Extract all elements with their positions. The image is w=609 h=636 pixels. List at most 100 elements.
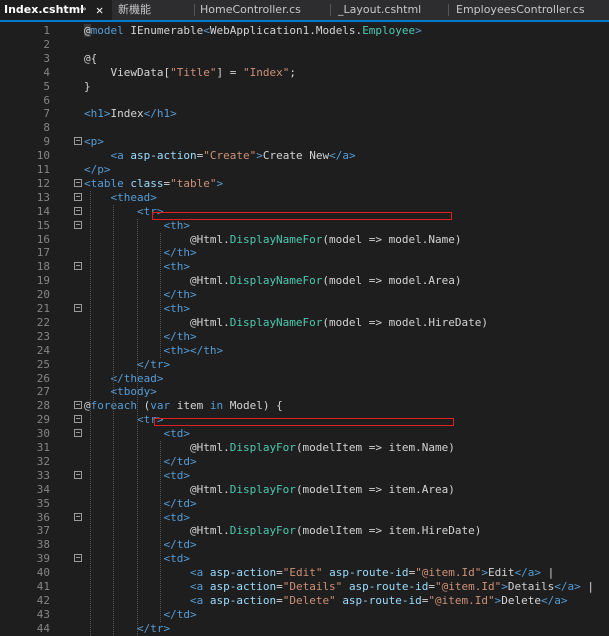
code-line[interactable]: 34 @Html.DisplayFor(modelItem => item.Ar… — [0, 483, 609, 497]
code-line[interactable]: 24 <th></th> — [0, 344, 609, 358]
code-line[interactable]: 40 <a asp-action="Edit" asp-route-id="@i… — [0, 566, 609, 580]
close-icon[interactable]: ✕ — [96, 0, 103, 20]
code-token: <a — [110, 149, 131, 163]
tab-separator — [330, 4, 331, 16]
code-line[interactable]: 1 @model IEnumerable<WebApplication1.Mode… — [0, 24, 609, 38]
code-line[interactable]: 2 — [0, 38, 609, 52]
fold-toggle-icon[interactable]: − — [74, 415, 82, 424]
code-line[interactable]: 7 <h1>Index</h1> — [0, 107, 609, 121]
fold-toggle-icon[interactable]: − — [74, 192, 82, 201]
code-line[interactable]: 15 − <th> — [0, 219, 609, 233]
code-line[interactable]: 5} — [0, 80, 609, 94]
code-line[interactable]: 22 @Html.DisplayNameFor(model => model.H… — [0, 316, 609, 330]
code-line[interactable]: 12 − <table class="table"> — [0, 177, 609, 191]
code-line[interactable]: 26 </thead> — [0, 372, 609, 386]
code-line[interactable]: 31 @Html.DisplayFor(modelItem => item.Na… — [0, 441, 609, 455]
line-number: 18 — [36, 260, 50, 274]
fold-toggle-icon[interactable]: − — [74, 304, 82, 312]
code-line[interactable]: 28− @foreach (var item in Model) { — [0, 399, 609, 413]
fold-toggle-icon[interactable]: − — [74, 470, 82, 479]
code-line[interactable]: 17 </th> — [0, 246, 609, 260]
highlight-box-header-row — [152, 212, 452, 220]
code-line[interactable]: 9 − <p> — [0, 135, 609, 149]
code-line[interactable]: 36 − <td> — [0, 511, 609, 525]
fold-toggle-icon[interactable]: − — [74, 206, 82, 215]
code-text: </thead> — [84, 372, 164, 386]
code-token: var — [150, 399, 171, 413]
code-line[interactable]: 6 — [0, 94, 609, 108]
code-token: (modelItem => item.HireDate) — [295, 524, 482, 538]
code-token: @Html. — [84, 315, 230, 329]
code-line[interactable]: 23 </th> — [0, 330, 609, 344]
code-line[interactable]: 32 </td> — [0, 455, 609, 469]
code-token: <th> — [163, 260, 190, 274]
code-line[interactable]: 11 </p> — [0, 163, 609, 177]
code-token: <a — [189, 566, 210, 580]
line-number: 27 — [36, 385, 50, 399]
fold-toggle-icon[interactable]: − — [74, 429, 82, 438]
code-line[interactable]: 30 − <td> — [0, 427, 609, 441]
line-number: 21 — [36, 302, 50, 315]
line-number: 14 — [36, 204, 50, 218]
tab-new-features[interactable]: 新機能 — [114, 0, 194, 20]
fold-toggle-icon[interactable]: − — [74, 220, 82, 229]
code-line[interactable]: 43 </td> — [0, 608, 609, 622]
code-line[interactable]: 18 − <th> — [0, 260, 609, 274]
tab-homecontroller[interactable]: HomeController.cs — [196, 0, 326, 20]
fold-toggle-icon[interactable]: − — [74, 262, 82, 271]
code-token: "Delete" — [282, 593, 336, 607]
code-line[interactable]: 10 <a asp-action="Create">Create New</a> — [0, 149, 609, 163]
code-token: @ — [84, 24, 91, 37]
fold-toggle-icon[interactable]: − — [74, 178, 82, 187]
code-token: <th></th> — [163, 343, 224, 357]
code-editor[interactable]: 1 @model IEnumerable<WebApplication1.Mode… — [0, 22, 609, 636]
tab-label: HomeController.cs — [200, 3, 301, 16]
code-line[interactable]: 13 − <thead> — [0, 191, 609, 205]
code-line[interactable]: 39 − <td> — [0, 552, 609, 566]
code-text: <a asp-action="Create">Create New</a> — [84, 149, 356, 163]
fold-toggle-icon[interactable]: − — [74, 554, 82, 563]
code-line[interactable]: 27 <tbody> — [0, 385, 609, 399]
code-token: <h1> — [84, 107, 111, 121]
code-token: @Html. — [84, 482, 230, 496]
code-line[interactable]: 16 @Html.DisplayNameFor(model => model.N… — [0, 233, 609, 247]
code-token: in — [209, 399, 224, 413]
code-line[interactable]: 25 </tr> — [0, 358, 609, 372]
fold-toggle-icon[interactable]: − — [74, 401, 82, 410]
code-token: DisplayNameFor — [229, 232, 323, 246]
code-line[interactable]: 21 − <th> — [0, 302, 609, 316]
code-line[interactable]: 4 ViewData["Title"] = "Index"; — [0, 66, 609, 80]
code-token: DisplayFor — [229, 482, 296, 496]
code-line[interactable]: 20 </th> — [0, 288, 609, 302]
code-line[interactable]: 19 @Html.DisplayNameFor(model => model.A… — [0, 274, 609, 288]
code-token: ViewData[ — [84, 65, 171, 79]
code-line[interactable]: 44 </tr> — [0, 622, 609, 636]
code-token: asp-action — [130, 149, 197, 163]
code-line[interactable]: 3 @{ — [0, 52, 609, 66]
code-line[interactable]: 42 <a asp-action="Delete" asp-route-id="… — [0, 594, 609, 608]
code-token: "table" — [170, 176, 217, 190]
code-token: DisplayFor — [229, 441, 296, 454]
code-text: </p> — [84, 163, 111, 177]
code-line[interactable]: 37 @Html.DisplayFor(modelItem => item.Hi… — [0, 524, 609, 538]
code-line[interactable]: 41 <a asp-action="Details" asp-route-id=… — [0, 580, 609, 594]
code-line[interactable]: 38 </td> — [0, 538, 609, 552]
code-text: </td> — [84, 455, 196, 469]
code-token: asp-action — [209, 566, 277, 580]
fold-toggle-icon[interactable]: − — [74, 512, 82, 521]
code-token: </tr> — [136, 357, 171, 371]
code-line[interactable]: 8 — [0, 121, 609, 135]
pin-icon[interactable]: ⊸ — [80, 0, 86, 20]
code-line[interactable]: 33 − <td> — [0, 469, 609, 483]
tab-employeescontroller[interactable]: EmployeesController.cs — [452, 0, 609, 20]
code-line[interactable]: 35 </td> — [0, 497, 609, 511]
indent-guide — [137, 218, 138, 636]
fold-toggle-icon[interactable]: − — [74, 137, 82, 146]
tab-layout-cshtml[interactable]: _Layout.cshtml — [334, 0, 444, 20]
